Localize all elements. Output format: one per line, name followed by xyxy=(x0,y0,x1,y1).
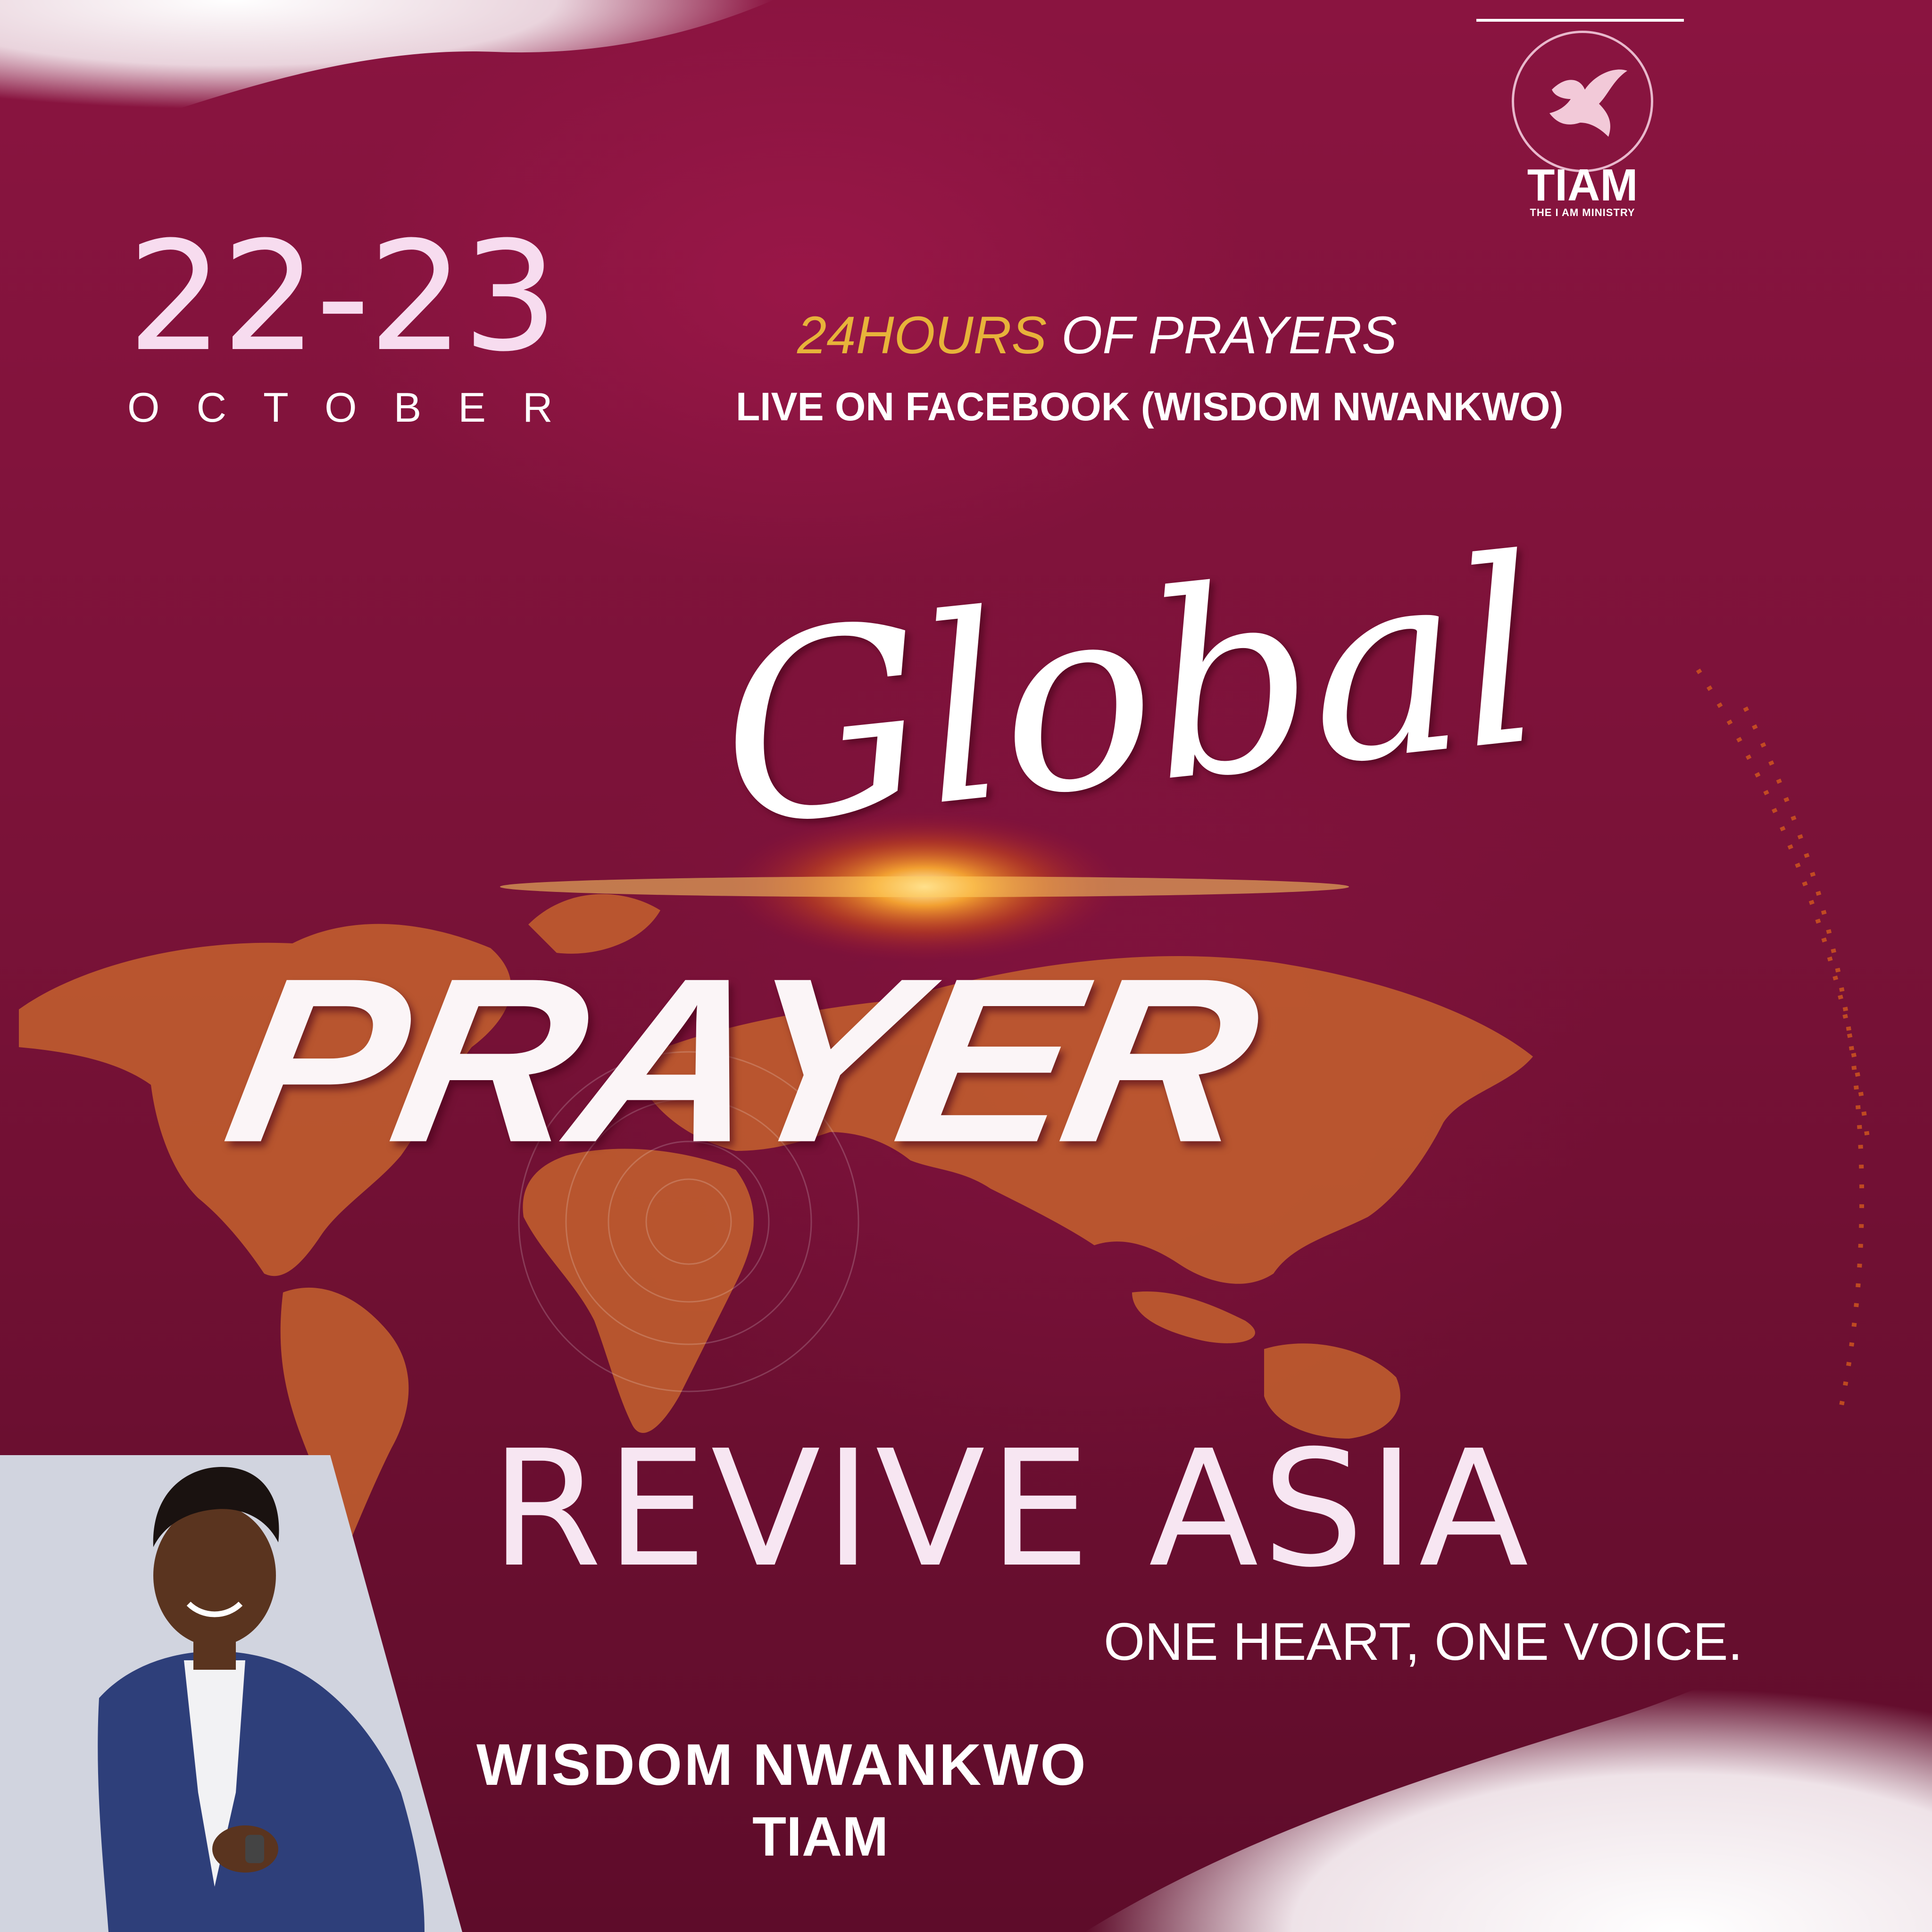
hours-of-prayers-line: 24HOURS OF PRAYERS xyxy=(797,309,1397,362)
speaker-org: TIAM xyxy=(752,1806,889,1868)
logo-divider xyxy=(1476,19,1684,22)
live-on-facebook-line: LIVE ON FACEBOOK (WISDOM NWANKWO) xyxy=(736,384,1564,429)
title-main-prayer: PRAYER xyxy=(211,929,1272,1191)
logo-name: TIAM xyxy=(1527,160,1638,210)
radar-arc xyxy=(1696,668,1870,1416)
speaker-photo xyxy=(0,1455,462,1932)
prayer-flyer: TIAM THE I AM MINISTRY 22-23 OCTOBER 24H… xyxy=(0,0,1932,1932)
hours-rest: OF PRAYERS xyxy=(1047,306,1397,365)
event-date-range: 22-23 xyxy=(127,209,558,385)
brush-stroke-top-left xyxy=(0,0,774,156)
hours-highlight: 24HOURS xyxy=(797,306,1047,365)
speaker-name: WISDOM NWANKWO xyxy=(476,1732,1088,1798)
logo-tagline: THE I AM MINISTRY xyxy=(1530,207,1635,218)
event-month: OCTOBER xyxy=(127,384,590,431)
theme-tagline: ONE HEART, ONE VOICE. xyxy=(1104,1612,1743,1671)
dove-logo-icon xyxy=(1512,31,1653,172)
theme-title: REVIVE ASIA xyxy=(491,1416,1532,1603)
